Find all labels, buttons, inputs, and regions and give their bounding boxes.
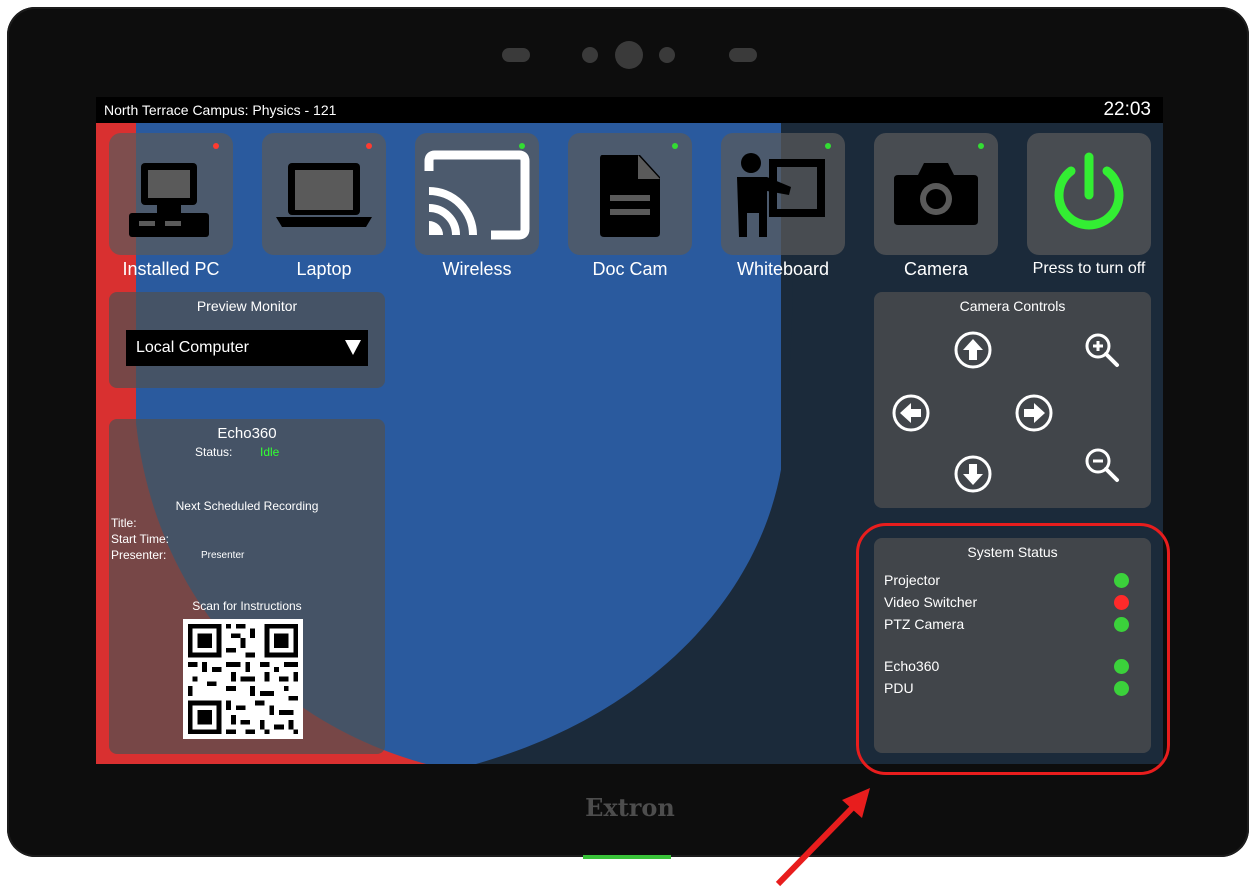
select-value: Local Computer bbox=[136, 339, 249, 356]
annotation-highlight-circle bbox=[856, 523, 1170, 775]
next-recording-title: Next Scheduled Recording bbox=[175, 499, 319, 513]
source-label: Press to turn off bbox=[1032, 260, 1146, 277]
camera-icon bbox=[894, 163, 978, 225]
source-indicator bbox=[213, 143, 219, 149]
laptop-icon bbox=[276, 163, 372, 227]
sensor-dot bbox=[659, 47, 675, 63]
status-label: Status: bbox=[195, 445, 233, 459]
presenter-whiteboard-icon bbox=[737, 153, 825, 237]
source-camera-button[interactable] bbox=[874, 133, 998, 255]
annotation-arrow-icon bbox=[775, 788, 870, 887]
power-icon bbox=[1054, 152, 1124, 230]
start-time-label: Start Time: bbox=[111, 532, 170, 546]
clock: 22:03 bbox=[1103, 99, 1151, 120]
led-strip bbox=[583, 855, 671, 859]
document-icon bbox=[600, 155, 660, 237]
source-doc-cam-button[interactable] bbox=[568, 133, 692, 255]
source-label: Camera bbox=[903, 259, 969, 279]
source-laptop-button[interactable] bbox=[262, 133, 386, 255]
source-label: Installed PC bbox=[122, 259, 220, 279]
dropdown-triangle-icon bbox=[345, 340, 361, 355]
source-label: Doc Cam bbox=[592, 259, 668, 279]
presenter-label: Presenter: bbox=[111, 548, 167, 562]
top-bar: North Terrace Campus: Physics - 121 22:0… bbox=[96, 97, 1163, 123]
camera-down-button[interactable] bbox=[953, 454, 993, 494]
source-indicator bbox=[366, 143, 372, 149]
source-indicator bbox=[978, 143, 984, 149]
camera-right-button[interactable] bbox=[1014, 393, 1054, 433]
room-title: North Terrace Campus: Physics - 121 bbox=[104, 102, 337, 118]
source-indicator bbox=[519, 143, 525, 149]
panel-title: Echo360 bbox=[217, 425, 277, 442]
camera-controls-panel: Camera Controls bbox=[874, 292, 1151, 508]
source-whiteboard-button[interactable] bbox=[721, 133, 845, 255]
source-installed-pc-button[interactable] bbox=[109, 133, 233, 255]
sensor-dot bbox=[582, 47, 598, 63]
source-label: Whiteboard bbox=[736, 259, 830, 279]
scan-instructions-label: Scan for Instructions bbox=[192, 599, 302, 613]
title-label: Title: bbox=[111, 516, 137, 530]
sensor-pill bbox=[502, 48, 530, 62]
zoom-out-button[interactable] bbox=[1082, 445, 1122, 485]
power-off-button[interactable] bbox=[1027, 133, 1151, 255]
panel-title: Preview Monitor bbox=[196, 298, 298, 314]
preview-monitor-panel: Preview Monitor Local Computer bbox=[109, 292, 385, 388]
source-indicator bbox=[825, 143, 831, 149]
echo360-panel: Echo360 Status: Idle Next Scheduled Reco… bbox=[109, 419, 385, 754]
preview-source-select[interactable]: Local Computer bbox=[126, 330, 368, 366]
status-value: Idle bbox=[260, 445, 280, 459]
source-wireless-button[interactable] bbox=[415, 133, 539, 255]
panel-title: Camera Controls bbox=[959, 298, 1066, 314]
zoom-in-button[interactable] bbox=[1082, 330, 1122, 370]
camera-left-button[interactable] bbox=[891, 393, 931, 433]
desktop-computer-icon bbox=[129, 163, 209, 237]
source-label: Wireless bbox=[442, 259, 512, 279]
source-label: Laptop bbox=[296, 259, 352, 279]
presenter-value: Presenter bbox=[201, 550, 245, 561]
cast-icon bbox=[424, 150, 530, 240]
camera-lens bbox=[615, 41, 643, 69]
sensor-pill bbox=[729, 48, 757, 62]
camera-up-button[interactable] bbox=[953, 330, 993, 370]
brand-logo: Extron bbox=[585, 793, 675, 822]
qr-code-icon bbox=[183, 619, 303, 739]
source-indicator bbox=[672, 143, 678, 149]
